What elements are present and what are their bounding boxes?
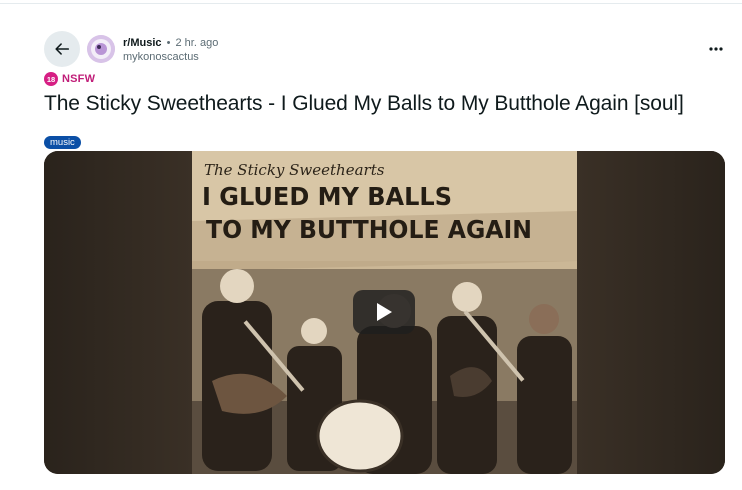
subreddit-avatar[interactable]: [87, 35, 115, 63]
nsfw-icon: 18: [44, 72, 58, 86]
post-flair[interactable]: music: [44, 136, 81, 149]
post-time: 2 hr. ago: [175, 37, 219, 49]
post-title: The Sticky Sweethearts - I Glued My Ball…: [44, 92, 684, 115]
post-meta: r/Music • 2 hr. ago mykonoscactus: [123, 36, 218, 64]
cover-band-name: The Sticky Sweethearts: [204, 161, 385, 179]
more-options-button[interactable]: [704, 40, 728, 58]
video-player[interactable]: The Sticky Sweethearts I GLUED MY BALLS …: [44, 151, 725, 474]
top-divider: [0, 3, 742, 4]
nsfw-tag: 18 NSFW: [44, 72, 95, 86]
back-button[interactable]: [44, 31, 80, 67]
cover-title-line2: TO MY BUTTHOLE AGAIN: [206, 215, 532, 244]
play-button[interactable]: [353, 290, 415, 334]
meta-separator: •: [166, 37, 171, 49]
arrow-left-icon: [55, 43, 70, 55]
play-icon: [377, 303, 392, 321]
cover-title-line1: I GLUED MY BALLS: [202, 182, 452, 211]
nsfw-label: NSFW: [62, 73, 96, 85]
subreddit-link[interactable]: r/Music: [123, 37, 162, 49]
author-link[interactable]: mykonoscactus: [123, 50, 218, 64]
overflow-menu-icon: [709, 47, 723, 51]
avatar-image: [87, 35, 115, 63]
